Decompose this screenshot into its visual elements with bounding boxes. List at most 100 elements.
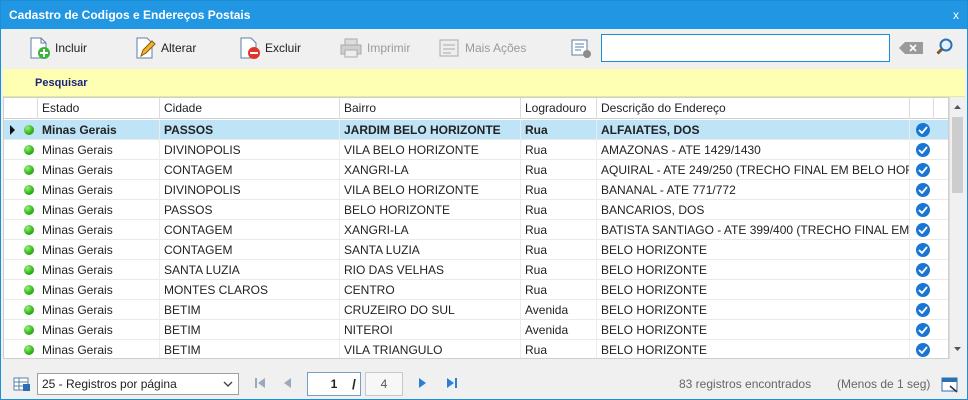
cell-descricao: BANCARIOS, DOS bbox=[597, 200, 910, 220]
cell-descricao: ALFAIATES, DOS bbox=[597, 120, 910, 140]
status-dot-icon bbox=[24, 245, 34, 255]
clear-search-button[interactable] bbox=[899, 42, 923, 54]
header-status-column bbox=[4, 98, 38, 119]
chevron-down-icon bbox=[222, 374, 234, 400]
cell-estado: Minas Gerais bbox=[38, 120, 160, 140]
calendar-icon bbox=[941, 377, 958, 393]
header-bairro[interactable]: Bairro bbox=[340, 98, 521, 119]
status-dot-icon bbox=[24, 165, 34, 175]
mais-acoes-label: Mais Ações bbox=[465, 41, 527, 55]
cell-bairro: VILA BELO HORIZONTE bbox=[340, 180, 521, 200]
table-row[interactable]: Minas Gerais SANTA LUZIA RIO DAS VELHAS Rua… bbox=[4, 260, 948, 280]
cell-bairro: CRUZEIRO DO SUL bbox=[340, 300, 521, 320]
table-row[interactable]: Minas Gerais BETIM CRUZEIRO DO SUL Avenida B… bbox=[4, 300, 948, 320]
elapsed-time: (Menos de 1 seg) bbox=[837, 377, 931, 391]
check-circle-icon bbox=[916, 163, 930, 177]
close-button[interactable]: x bbox=[953, 1, 959, 29]
cell-descricao: BATISTA SANTIAGO - ATE 399/400 (TRECHO F… bbox=[597, 220, 910, 240]
check-circle-icon bbox=[916, 143, 930, 157]
cell-bairro: XANGRI-LA bbox=[340, 220, 521, 240]
window-title: Cadastro de Codigos e Endereços Postais bbox=[9, 8, 251, 22]
table-row[interactable]: Minas Gerais CONTAGEM SANTA LUZIA Rua BELO H… bbox=[4, 240, 948, 260]
excluir-button[interactable]: Excluir bbox=[237, 35, 301, 61]
header-logradouro[interactable]: Logradouro bbox=[521, 98, 597, 119]
header-estado[interactable]: Estado bbox=[38, 98, 160, 119]
search-button[interactable] bbox=[935, 37, 955, 57]
page-size-select[interactable]: 25 - Registros por página bbox=[37, 373, 239, 395]
last-page-button[interactable] bbox=[445, 376, 459, 390]
cell-bairro: RIO DAS VELHAS bbox=[340, 260, 521, 280]
cell-descricao: BELO HORIZONTE bbox=[597, 320, 910, 340]
scroll-up-button[interactable] bbox=[950, 99, 965, 115]
cell-estado: Minas Gerais bbox=[38, 300, 160, 320]
cell-bairro: CENTRO bbox=[340, 280, 521, 300]
cell-estado: Minas Gerais bbox=[38, 140, 160, 160]
header-cidade[interactable]: Cidade bbox=[160, 98, 340, 119]
cell-logradouro: Rua bbox=[521, 220, 597, 240]
table-row[interactable]: Minas Gerais CONTAGEM XANGRI-LA Rua BATISTA … bbox=[4, 220, 948, 240]
magnifier-icon bbox=[936, 38, 953, 55]
search-settings-button[interactable] bbox=[569, 35, 593, 61]
arrow-up-icon bbox=[954, 105, 961, 109]
cell-descricao: BELO HORIZONTE bbox=[597, 240, 910, 260]
table-row[interactable]: Minas Gerais PASSOS JARDIM BELO HORIZONTE R… bbox=[4, 120, 948, 140]
table-row[interactable]: Minas Gerais CONTAGEM XANGRI-LA Rua AQUIRAL … bbox=[4, 160, 948, 180]
status-dot-icon bbox=[24, 265, 34, 275]
page-separator: / bbox=[352, 376, 356, 392]
status-dot-icon bbox=[24, 285, 34, 295]
table-row[interactable]: Minas Gerais MONTES CLAROS CENTRO Rua BELO H… bbox=[4, 280, 948, 300]
next-page-button[interactable] bbox=[415, 376, 429, 390]
grid-header: Estado Cidade Bairro Logradouro Descriçã… bbox=[4, 98, 948, 119]
previous-page-icon bbox=[284, 378, 291, 388]
cell-bairro: JARDIM BELO HORIZONTE bbox=[340, 120, 521, 140]
status-dot-icon bbox=[24, 145, 34, 155]
cell-logradouro: Avenida bbox=[521, 320, 597, 340]
vertical-scrollbar[interactable] bbox=[949, 97, 965, 359]
first-page-icon bbox=[255, 378, 265, 388]
table-row[interactable]: Minas Gerais BETIM NITEROI Avenida BELO HORI… bbox=[4, 320, 948, 340]
pesquisar-link[interactable]: Pesquisar bbox=[35, 77, 88, 89]
status-dot-icon bbox=[24, 205, 34, 215]
table-row[interactable]: Minas Gerais BETIM VILA TRIANGULO Rua BELO H… bbox=[4, 340, 948, 358]
cell-cidade: PASSOS bbox=[160, 120, 340, 140]
last-page-icon bbox=[447, 378, 457, 388]
status-dot-icon bbox=[24, 125, 34, 135]
imprimir-button[interactable]: Imprimir bbox=[339, 35, 410, 61]
search-input[interactable] bbox=[601, 34, 890, 62]
status-dot-icon bbox=[24, 305, 34, 315]
records-found: 83 registros encontrados bbox=[679, 377, 812, 391]
cell-estado: Minas Gerais bbox=[38, 260, 160, 280]
cell-bairro: VILA TRIANGULO bbox=[340, 340, 521, 358]
cell-descricao: BANANAL - ATE 771/772 bbox=[597, 180, 910, 200]
alterar-button[interactable]: Alterar bbox=[133, 35, 196, 61]
incluir-label: Incluir bbox=[55, 41, 88, 55]
cell-logradouro: Rua bbox=[521, 180, 597, 200]
cell-cidade: SANTA LUZIA bbox=[160, 260, 340, 280]
cell-bairro: BELO HORIZONTE bbox=[340, 200, 521, 220]
check-circle-icon bbox=[916, 203, 930, 217]
first-page-button[interactable] bbox=[253, 376, 267, 390]
add-document-icon bbox=[27, 36, 51, 60]
table-row[interactable]: Minas Gerais DIVINOPOLIS VILA BELO HORIZON… bbox=[4, 180, 948, 200]
scroll-down-button[interactable] bbox=[950, 341, 965, 357]
previous-page-button[interactable] bbox=[281, 376, 295, 390]
header-check-column bbox=[910, 98, 934, 119]
table-row[interactable]: Minas Gerais PASSOS BELO HORIZONTE Rua BANCA… bbox=[4, 200, 948, 220]
main-window: Cadastro de Codigos e Endereços Postais … bbox=[0, 0, 968, 400]
page-size-label: 25 - Registros por página bbox=[42, 377, 177, 391]
scroll-thumb[interactable] bbox=[952, 117, 963, 193]
toolbar: Incluir Alterar Excluir Imprimir Mais Aç… bbox=[1, 29, 967, 69]
cell-logradouro: Rua bbox=[521, 200, 597, 220]
status-dot-icon bbox=[24, 345, 34, 355]
next-page-icon bbox=[419, 378, 426, 388]
header-descricao[interactable]: Descrição do Endereço bbox=[597, 98, 910, 119]
printer-icon bbox=[339, 36, 363, 60]
cell-descricao: AMAZONAS - ATE 1429/1430 bbox=[597, 140, 910, 160]
table-row[interactable]: Minas Gerais DIVINOPOLIS VILA BELO HORIZON… bbox=[4, 140, 948, 160]
mais-acoes-button[interactable]: Mais Ações bbox=[437, 35, 526, 61]
export-button[interactable] bbox=[13, 376, 31, 392]
check-circle-icon bbox=[916, 303, 930, 317]
calendar-button[interactable] bbox=[941, 375, 959, 393]
cell-logradouro: Rua bbox=[521, 120, 597, 140]
incluir-button[interactable]: Incluir bbox=[27, 35, 87, 61]
